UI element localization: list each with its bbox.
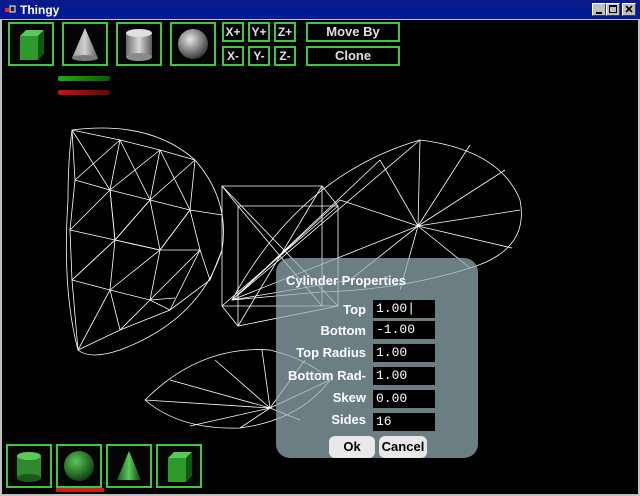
bottom-label: Bottom [320,323,367,338]
ok-button[interactable]: Ok [329,436,375,458]
cylinder-properties-panel: Cylinder Properties Top 1.00| Bottom -1.… [276,258,478,458]
object-item-sphere[interactable] [56,444,102,488]
panel-title: Cylinder Properties [286,273,406,288]
sphere-icon [64,451,94,481]
maximize-icon [609,5,617,13]
red-indicator-bar [58,90,110,95]
x-plus-button[interactable]: X+ [222,22,244,42]
cone-icon [72,28,98,61]
sides-label: Sides [331,412,366,427]
maximize-button[interactable] [606,3,620,16]
minimize-icon [596,12,602,14]
cylinder-icon [126,29,152,61]
clone-button[interactable]: Clone [306,46,400,66]
z-minus-button[interactable]: Z- [274,46,296,66]
cube-icon [168,452,192,482]
bottom-radius-field[interactable]: 1.00 [373,367,435,385]
sides-field[interactable]: 16 [373,413,435,431]
top-radius-field[interactable]: 1.00 [373,344,435,362]
move-by-button[interactable]: Move By [306,22,400,42]
top-field[interactable]: 1.00| [373,300,435,318]
cylinder-tool-button[interactable] [116,22,162,66]
y-plus-button[interactable]: Y+ [248,22,270,42]
object-item-cone[interactable] [106,444,152,488]
skew-label: Skew [332,390,366,405]
minimize-button[interactable] [592,3,606,16]
sphere-tool-button[interactable] [170,22,216,66]
skew-field[interactable]: 0.00 [373,390,435,408]
close-button[interactable] [622,3,636,16]
top-label: Top [343,302,366,317]
cylinder-icon [17,452,41,482]
window-title: Thingy [20,3,60,17]
cube-icon [20,30,44,60]
sphere-icon [178,29,208,59]
close-icon [625,5,633,13]
y-minus-button[interactable]: Y- [248,46,270,66]
app-icon [5,5,16,13]
bottom-field[interactable]: -1.00 [373,321,435,339]
x-minus-button[interactable]: X- [222,46,244,66]
cone-tool-button[interactable] [62,22,108,66]
green-indicator-bar [58,76,110,81]
object-item-cube[interactable] [156,444,202,488]
cancel-button[interactable]: Cancel [379,436,427,458]
bottom-radius-label: Bottom Rad- [288,368,366,383]
top-radius-label: Top Radius [296,345,366,360]
object-item-cylinder[interactable] [6,444,52,488]
title-bar: Thingy [0,0,640,20]
sphere-wireframe [65,127,224,356]
selected-object-indicator [56,488,104,492]
z-plus-button[interactable]: Z+ [274,22,296,42]
cube-tool-button[interactable] [8,22,54,66]
cone-icon [117,451,141,480]
